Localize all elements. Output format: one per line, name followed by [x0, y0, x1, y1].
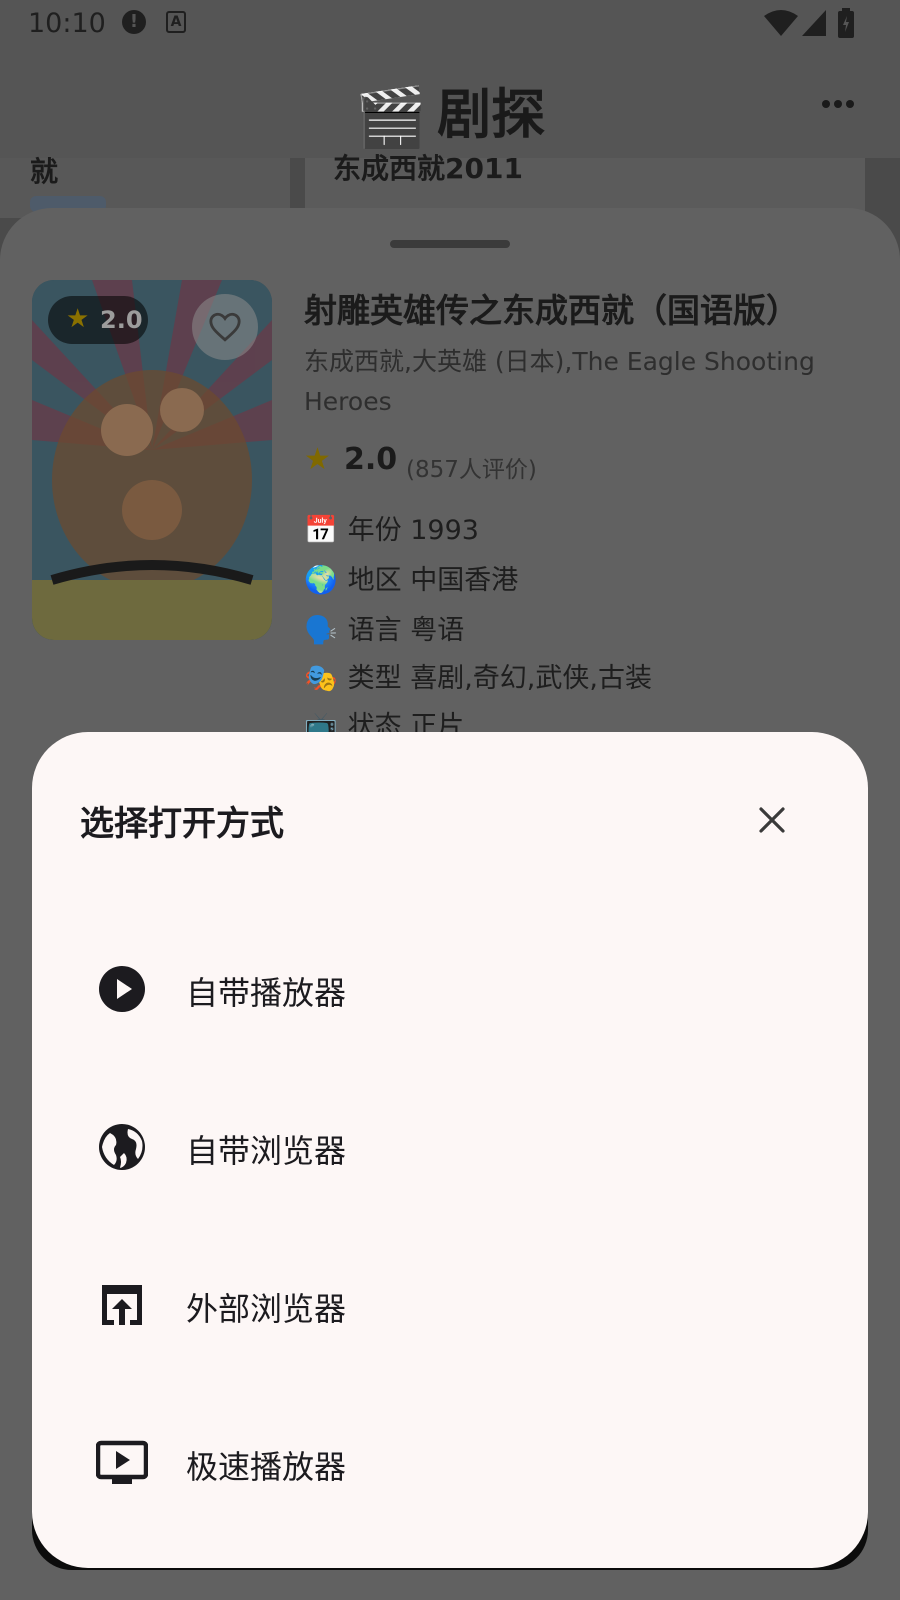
more-horiz-icon[interactable] [818, 86, 858, 122]
info-value: 1993 [410, 515, 479, 546]
close-button[interactable] [752, 800, 792, 840]
rating-count: (857人评价) [406, 457, 537, 483]
favorite-button[interactable] [192, 294, 258, 360]
wifi-icon [764, 10, 798, 36]
option-label: 自带播放器 [186, 974, 347, 1012]
info-value: 粤语 [410, 615, 465, 646]
tv-play-icon [96, 1440, 148, 1484]
info-region: 🌍 地区 中国香港 [304, 558, 518, 597]
signal-icon [802, 10, 826, 36]
dialog-title: 选择打开方式 [80, 804, 284, 844]
option-label: 自带浏览器 [186, 1132, 347, 1170]
info-label: 语言 [347, 615, 402, 646]
star-icon: ★ [66, 304, 90, 334]
info-label: 年份 [347, 515, 402, 546]
status-time: 10:10 [28, 8, 106, 39]
theater-masks-icon: 🎭 [304, 663, 338, 694]
option-fast-player[interactable]: 极速播放器 [32, 1398, 868, 1528]
movie-title: 射雕英雄传之东成西就（国语版） [304, 291, 799, 330]
info-value: 喜剧,奇幻,武侠,古装 [410, 663, 652, 694]
info-language: 🗣️ 语言 粤语 [304, 608, 464, 647]
close-icon [759, 807, 785, 833]
alert-icon: ! [122, 10, 146, 34]
info-value: 中国香港 [410, 565, 519, 596]
option-external-browser[interactable]: 外部浏览器 [32, 1240, 868, 1370]
globe-emoji-icon: 🌍 [304, 565, 338, 596]
play-circle-icon [99, 966, 145, 1012]
option-label: 极速播放器 [186, 1448, 347, 1486]
option-builtin-player[interactable]: 自带播放器 [32, 924, 868, 1054]
option-label: 外部浏览器 [186, 1290, 347, 1328]
app-title-text: 剧探 [437, 83, 546, 146]
app-title: 🎬 剧探 [0, 70, 900, 152]
poster-rating-value: 2.0 [100, 306, 143, 334]
globe-icon [99, 1124, 145, 1170]
star-icon: ★ [304, 442, 331, 477]
list-item-title: 东成西就2011 [333, 152, 523, 185]
list-item-title: 就 [30, 155, 59, 188]
speaking-head-icon: 🗣️ [304, 615, 338, 646]
clapperboard-icon: 🎬 [354, 83, 428, 151]
battery-icon [838, 8, 854, 38]
open-in-browser-icon [102, 1285, 142, 1325]
drag-handle[interactable] [390, 240, 510, 248]
movie-aliases: 东成西就,大英雄 (日本),The Eagle Shooting Heroes [304, 347, 815, 416]
info-genre: 🎭 类型 喜剧,奇幻,武侠,古装 [304, 656, 652, 695]
info-label: 类型 [347, 663, 402, 694]
rating-value: 2.0 [344, 442, 398, 477]
calendar-icon: 📅 [304, 515, 338, 546]
a-box-icon: A [166, 11, 186, 33]
info-year: 📅 年份 1993 [304, 508, 479, 547]
heart-outline-icon [209, 312, 241, 342]
info-label: 地区 [347, 565, 402, 596]
option-builtin-browser[interactable]: 自带浏览器 [32, 1082, 868, 1212]
